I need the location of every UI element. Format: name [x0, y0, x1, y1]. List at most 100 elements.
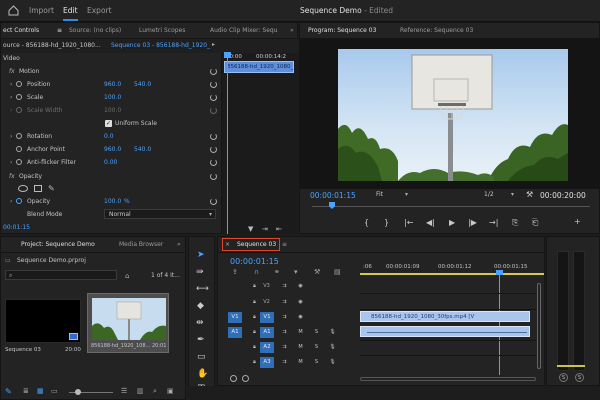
lift-icon[interactable]: ⎘ [512, 218, 518, 228]
track-name-v1[interactable]: V1 [260, 312, 274, 323]
position-x-value[interactable]: 960.0 [104, 81, 121, 88]
project-search-input[interactable]: ⌕ [5, 270, 117, 280]
mute-a1-button[interactable]: M [296, 328, 305, 337]
extract-icon[interactable]: ⎗ [532, 218, 538, 228]
snap-icon[interactable]: ∩ [254, 268, 259, 276]
expand-antiflicker-icon[interactable]: › [10, 159, 12, 166]
scale-value[interactable]: 100.0 [104, 94, 121, 101]
captions-icon[interactable]: ▤ [334, 268, 341, 276]
menu-edit[interactable]: Edit [63, 6, 78, 21]
home-icon[interactable] [8, 5, 19, 16]
wrench-icon[interactable]: ⚒ [526, 190, 533, 199]
time-ruler[interactable]: :06 00:00:01:09 00:00:01:12 00:00:01:15 [360, 253, 544, 275]
tab-sequence-03[interactable]: × Sequence 03 [222, 238, 280, 251]
lock-v1-icon[interactable]: 🔒︎ [250, 313, 259, 322]
program-viewer[interactable] [300, 39, 599, 189]
source-patch-a1[interactable]: A1 [228, 327, 242, 338]
menu-import[interactable]: Import [29, 6, 54, 15]
go-to-in-icon[interactable]: |← [404, 218, 413, 227]
expand-opacity-icon[interactable]: › [10, 198, 12, 205]
sequence-thumbnail[interactable] [5, 299, 81, 343]
rotation-reset-icon[interactable] [210, 133, 217, 140]
opacity-section-reset-icon[interactable] [210, 173, 217, 180]
mic-a3-icon[interactable]: 🎙︎ [328, 358, 337, 367]
fit-select[interactable]: Fit ▾ [372, 190, 410, 199]
clip-thumbnail-card[interactable]: 856188-hd_1920_108... 20:01 [87, 293, 169, 353]
uniform-scale-checkbox[interactable]: ✓ [105, 120, 112, 127]
eye-v3-icon[interactable]: ◉ [296, 282, 305, 291]
add-keyframe-icon[interactable]: ⇤ [276, 225, 282, 233]
track-name-a1[interactable]: A1 [260, 327, 274, 338]
expand-scale-width-icon[interactable]: › [10, 107, 12, 114]
expand-rotation-icon[interactable]: › [10, 133, 12, 140]
resolution-select[interactable]: 1/2 ▾ [480, 190, 516, 199]
slip-icon[interactable]: ⇹ [196, 318, 204, 328]
pen-mask-icon[interactable]: ✎ [48, 184, 55, 193]
ellipse-mask-icon[interactable] [18, 185, 28, 192]
zoom-slider-handle[interactable] [75, 389, 81, 395]
sort-icon[interactable]: ☰ [121, 387, 127, 395]
tab-reference[interactable]: Reference: Sequence 03 [400, 27, 473, 34]
sync-a2-icon[interactable]: ⇉ [280, 343, 289, 352]
eye-v2-icon[interactable]: ◉ [296, 298, 305, 307]
tab-project[interactable]: Project: Sequence Demo [21, 241, 95, 248]
solo-a3-button[interactable]: S [312, 358, 321, 367]
antiflicker-reset-icon[interactable] [210, 159, 217, 166]
lock-a2-icon[interactable]: 🔒︎ [250, 343, 259, 352]
anchor-stopwatch-icon[interactable] [16, 146, 22, 152]
nav-arrows-icon[interactable]: ▸ [212, 41, 215, 48]
pencil-icon[interactable]: ✎ [5, 387, 12, 396]
position-reset-icon[interactable] [210, 81, 217, 88]
sync-a3-icon[interactable]: ⇉ [280, 358, 289, 367]
scale-width-stopwatch-icon[interactable] [16, 107, 22, 113]
zoom-out-icon[interactable] [230, 375, 237, 382]
add-marker-icon[interactable]: ▾ [294, 268, 298, 276]
sync-a1-icon[interactable]: ⇉ [280, 328, 289, 337]
sync-v3-icon[interactable]: ⇉ [280, 282, 289, 291]
track-name-a3[interactable]: A3 [260, 357, 274, 368]
opacity-reset-icon[interactable] [210, 198, 217, 205]
video-clip-v1[interactable]: 856188-hd_1920_1080_30fps.mp4 [V [360, 311, 530, 322]
effect-menu-icon[interactable]: ≡ [57, 27, 62, 34]
opacity-stopwatch-icon[interactable] [16, 198, 22, 204]
mark-out-icon[interactable]: } [384, 218, 389, 227]
new-item-icon[interactable]: ▣ [167, 387, 174, 395]
mute-a2-button[interactable]: M [296, 343, 305, 352]
rectangle-icon[interactable]: ▭ [197, 352, 206, 362]
timeline-vertical-scrollbar[interactable] [536, 277, 542, 375]
find-icon[interactable]: ⌕ [153, 387, 157, 396]
mic-a1-icon[interactable]: 🎙︎ [328, 328, 337, 337]
more-tabs-icon[interactable]: » [290, 27, 294, 34]
anchor-x-value[interactable]: 960.0 [104, 146, 121, 153]
rotation-value[interactable]: 0.0 [104, 133, 114, 140]
antiflicker-value[interactable]: 0.00 [104, 159, 117, 166]
opacity-section-label[interactable]: Opacity [19, 173, 42, 180]
mini-playhead[interactable] [227, 53, 228, 234]
mute-a3-button[interactable]: M [296, 358, 305, 367]
solo-a2-button[interactable]: S [312, 343, 321, 352]
solo-a1-button[interactable]: S [312, 328, 321, 337]
export-frame-icon[interactable]: ⇥ [262, 225, 268, 233]
timeline-horizontal-scrollbar[interactable] [360, 377, 536, 381]
sync-v1-icon[interactable]: ⇉ [280, 313, 289, 322]
expand-scale-icon[interactable]: › [10, 94, 12, 101]
source-patch-v1[interactable]: V1 [228, 312, 242, 323]
audio-clip-a1[interactable] [360, 326, 530, 337]
pen-icon[interactable]: ✒ [197, 335, 205, 345]
anchor-y-value[interactable]: 540.0 [134, 146, 151, 153]
work-area-bar[interactable] [360, 273, 544, 275]
lock-v2-icon[interactable]: 🔒︎ [250, 298, 259, 307]
icon-view-icon[interactable]: ▦ [37, 387, 44, 395]
motion-label[interactable]: Motion [19, 68, 39, 75]
rotation-stopwatch-icon[interactable] [16, 133, 22, 139]
blend-mode-select[interactable]: Normal ▾ [104, 209, 216, 219]
anchor-reset-icon[interactable] [210, 146, 217, 153]
freeform-view-icon[interactable]: ▭ [51, 387, 58, 395]
zoom-in-icon[interactable] [242, 375, 249, 382]
opacity-fx-icon[interactable]: fx [9, 173, 15, 180]
timeline-menu-icon[interactable]: ≡ [282, 241, 287, 248]
lock-v3-icon[interactable]: 🔒︎ [250, 282, 259, 291]
filter-icon[interactable]: ▼ [248, 225, 253, 233]
menu-export[interactable]: Export [87, 6, 112, 15]
tab-lumetri-scopes[interactable]: Lumetri Scopes [139, 27, 185, 34]
